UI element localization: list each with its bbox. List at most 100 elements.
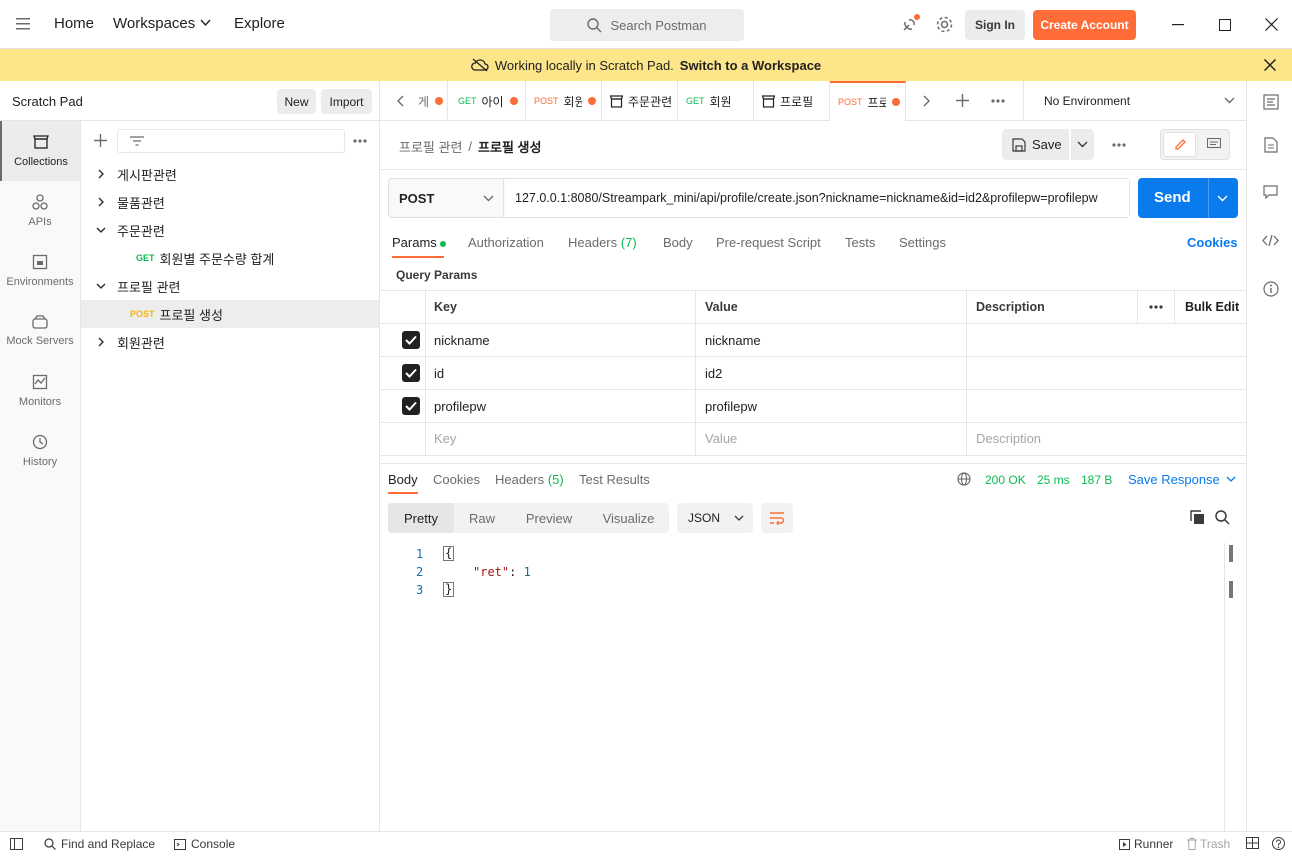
param-value[interactable]: id2	[705, 366, 722, 381]
two-pane-icon[interactable]	[1246, 837, 1259, 849]
code-snippet-icon[interactable]	[1262, 234, 1279, 247]
request-tab[interactable]: GET 회원	[678, 81, 754, 121]
workspace-settings-icon[interactable]	[1263, 94, 1279, 110]
param-checkbox[interactable]	[402, 364, 420, 382]
nav-home[interactable]: Home	[54, 15, 94, 32]
chevron-down-icon[interactable]	[1217, 195, 1228, 202]
view-preview[interactable]: Preview	[510, 503, 588, 533]
satellite-icon[interactable]	[900, 14, 920, 34]
close-window-icon[interactable]	[1265, 18, 1278, 31]
sidebar-monitors[interactable]: Monitors	[0, 361, 80, 421]
tree-request[interactable]: GET 회원별 주문수량 합계	[81, 244, 379, 272]
copy-icon[interactable]	[1190, 510, 1205, 525]
param-checkbox[interactable]	[402, 331, 420, 349]
tab-settings[interactable]: Settings	[899, 235, 946, 250]
environment-select[interactable]: No Environment	[1024, 81, 1246, 121]
globe-icon[interactable]	[957, 472, 971, 486]
tab-authorization[interactable]: Authorization	[468, 235, 544, 250]
scrollbar-marker[interactable]	[1229, 545, 1233, 562]
find-replace-button[interactable]: Find and Replace	[44, 837, 155, 851]
request-options-icon[interactable]	[1112, 143, 1126, 147]
switch-workspace-link[interactable]: Switch to a Workspace	[680, 58, 821, 73]
sidebar-apis[interactable]: APIs	[0, 181, 80, 241]
new-button[interactable]: New	[277, 89, 316, 114]
doc-mode-button[interactable]	[1199, 132, 1229, 157]
tab-tests[interactable]: Tests	[845, 235, 875, 250]
request-tab[interactable]: 프로필	[754, 81, 830, 121]
response-time[interactable]: 25 ms	[1037, 473, 1070, 487]
request-tab[interactable]: GET 아이	[450, 81, 526, 121]
response-tab-body[interactable]: Body	[388, 472, 418, 487]
response-size[interactable]: 187 B	[1081, 473, 1112, 487]
new-param-description-input[interactable]: Description	[976, 431, 1041, 446]
url-input[interactable]: 127.0.0.1:8080/Streampark_mini/api/profi…	[505, 179, 1129, 217]
trash-button[interactable]: Trash	[1187, 837, 1230, 851]
bulk-edit-button[interactable]: Bulk Edit	[1185, 300, 1239, 314]
save-response-button[interactable]: Save Response	[1128, 472, 1236, 487]
tree-folder[interactable]: 주문관련	[81, 216, 379, 244]
info-icon[interactable]	[1263, 281, 1279, 297]
tree-folder[interactable]: 게시판관련	[81, 160, 379, 188]
sidebar-collections[interactable]: Collections	[0, 121, 80, 181]
tab-pre-request-script[interactable]: Pre-request Script	[716, 235, 821, 250]
nav-explore[interactable]: Explore	[234, 15, 285, 32]
cookies-link[interactable]: Cookies	[1187, 235, 1238, 250]
maximize-icon[interactable]	[1219, 19, 1231, 31]
chevron-left-icon[interactable]	[396, 95, 404, 107]
request-tab-active[interactable]: POST 프로	[830, 81, 906, 121]
sidebar-history[interactable]: History	[0, 421, 80, 481]
new-param-key-input[interactable]: Key	[434, 431, 456, 446]
param-checkbox[interactable]	[402, 397, 420, 415]
console-button[interactable]: Console	[174, 837, 235, 851]
response-tab-cookies[interactable]: Cookies	[433, 472, 480, 487]
chevron-down-icon[interactable]	[200, 19, 211, 27]
scrollbar-marker[interactable]	[1229, 581, 1233, 598]
edit-mode-button[interactable]	[1163, 132, 1196, 157]
create-account-button[interactable]: Create Account	[1033, 10, 1136, 40]
param-value[interactable]: profilepw	[705, 399, 757, 414]
tab-params[interactable]: Params	[392, 235, 446, 250]
tree-folder[interactable]: 회원관련	[81, 328, 379, 356]
tab-options-icon[interactable]	[991, 99, 1005, 103]
import-button[interactable]: Import	[321, 89, 372, 114]
search-input[interactable]: Search Postman	[550, 9, 744, 41]
sidebar-environments[interactable]: Environments	[0, 241, 80, 301]
param-key[interactable]: nickname	[434, 333, 490, 348]
column-options-icon[interactable]	[1149, 305, 1163, 309]
tab-body[interactable]: Body	[663, 235, 693, 250]
tree-request-selected[interactable]: POST 프로필 생성	[81, 300, 379, 328]
send-button[interactable]: Send	[1138, 178, 1238, 218]
breadcrumb-parent[interactable]: 프로필 관련	[399, 137, 462, 156]
breadcrumb-current[interactable]: 프로필 생성	[478, 137, 541, 156]
wrap-lines-button[interactable]	[761, 503, 793, 533]
save-dropdown[interactable]	[1071, 129, 1094, 160]
help-icon[interactable]	[1272, 837, 1285, 850]
view-raw[interactable]: Raw	[454, 503, 510, 533]
filter-input[interactable]	[117, 129, 345, 153]
response-tab-test-results[interactable]: Test Results	[579, 472, 650, 487]
new-param-value-input[interactable]: Value	[705, 431, 737, 446]
response-tab-headers[interactable]: Headers (5)	[495, 472, 564, 487]
param-value[interactable]: nickname	[705, 333, 761, 348]
chevron-right-icon[interactable]	[923, 95, 931, 107]
menu-icon[interactable]	[16, 18, 30, 30]
view-visualize[interactable]: Visualize	[588, 503, 669, 533]
runner-button[interactable]: Runner	[1119, 837, 1173, 851]
method-select[interactable]: POST	[389, 179, 504, 217]
comments-icon[interactable]	[1263, 185, 1278, 199]
param-key[interactable]: id	[434, 366, 444, 381]
documentation-icon[interactable]	[1264, 137, 1278, 153]
tree-folder[interactable]: 프로필 관련	[81, 272, 379, 300]
close-banner-icon[interactable]	[1264, 59, 1276, 71]
response-body-editor[interactable]: 1 { 2 "ret": 1 3 }	[388, 543, 1224, 831]
more-options-icon[interactable]	[353, 139, 367, 143]
request-tab[interactable]: 주문관련	[602, 81, 678, 121]
save-button[interactable]: Save	[1002, 129, 1069, 160]
view-pretty[interactable]: Pretty	[388, 503, 454, 533]
search-response-icon[interactable]	[1215, 510, 1230, 525]
new-tab-icon[interactable]	[956, 94, 969, 107]
tree-folder[interactable]: 물품관련	[81, 188, 379, 216]
request-tab[interactable]: POST 회원	[526, 81, 602, 121]
response-status[interactable]: 200 OK	[985, 473, 1026, 487]
add-collection-icon[interactable]	[94, 134, 107, 147]
